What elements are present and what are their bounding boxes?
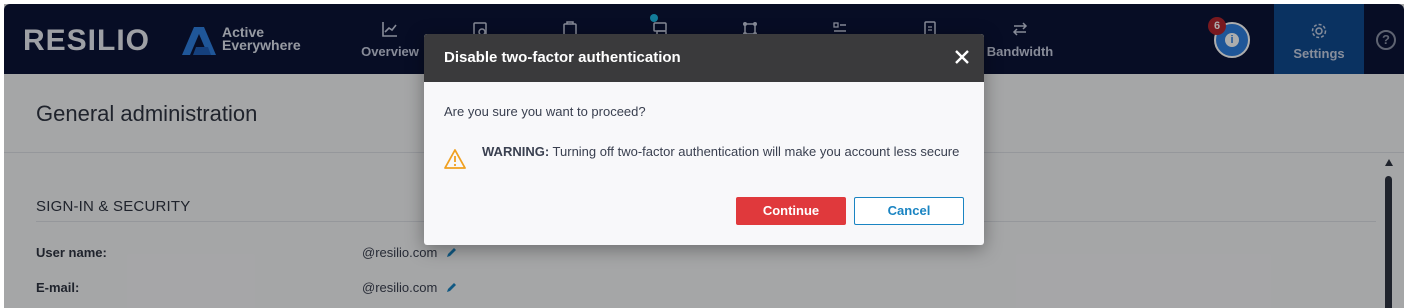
warning-message: WARNING: Turning off two-factor authenti… (482, 142, 962, 161)
continue-button[interactable]: Continue (736, 197, 846, 225)
app-window: RESILIO Active Everywhere Overview Bandw… (4, 4, 1404, 308)
warning-body: Turning off two-factor authentication wi… (549, 144, 960, 159)
cancel-button[interactable]: Cancel (854, 197, 964, 225)
dialog-header: Disable two-factor authentication (424, 34, 984, 82)
dialog-title: Disable two-factor authentication (444, 49, 681, 66)
warning-prefix: WARNING: (482, 144, 550, 159)
disable-2fa-dialog: Disable two-factor authentication Are yo… (424, 34, 984, 245)
dialog-question: Are you sure you want to proceed? (444, 104, 646, 119)
warning-icon (444, 149, 466, 169)
close-icon[interactable] (952, 47, 972, 67)
